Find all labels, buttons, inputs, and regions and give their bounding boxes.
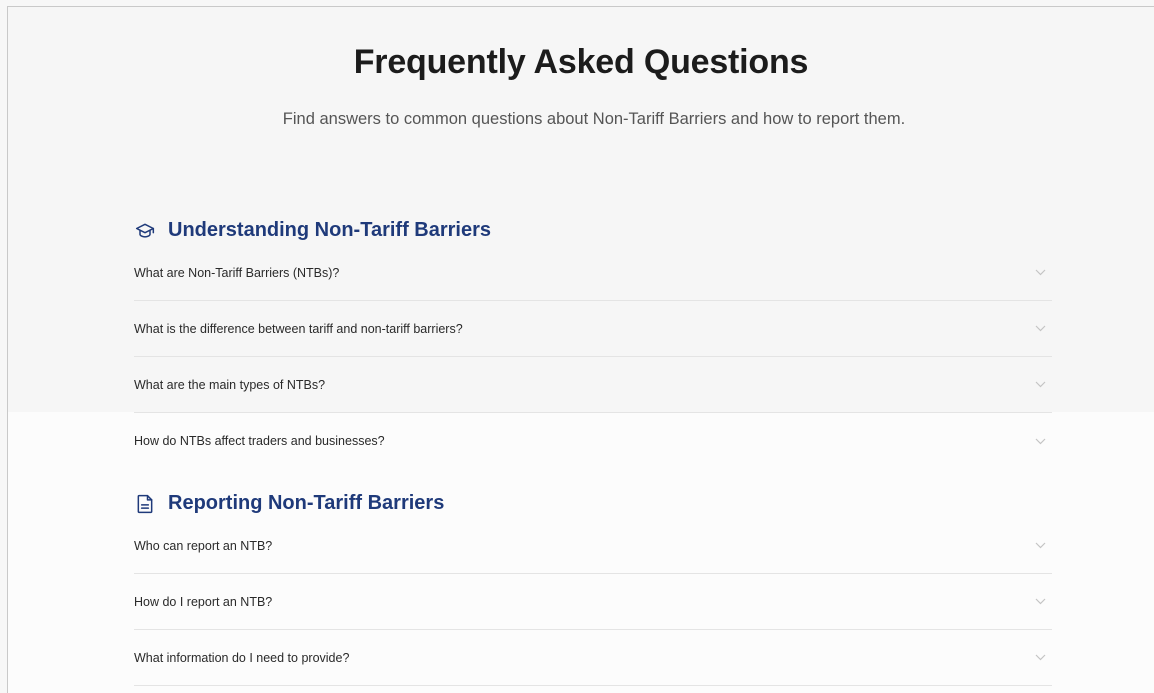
faq-item[interactable]: What information do I need to provide? <box>134 630 1052 686</box>
faq-item[interactable]: How do I report an NTB? <box>134 574 1052 630</box>
section-heading-reporting: Reporting Non-Tariff Barriers <box>134 492 444 515</box>
section-heading-label: Reporting Non-Tariff Barriers <box>168 492 445 514</box>
faq-question: What information do I need to provide? <box>134 650 350 665</box>
document-icon <box>134 493 156 515</box>
chevron-down-icon <box>1034 542 1046 550</box>
chevron-down-icon <box>1034 437 1046 445</box>
page-subtitle: Find answers to common questions about N… <box>282 110 906 128</box>
faq-content: Frequently Asked Questions Find answers … <box>8 7 1154 693</box>
graduation-cap-icon <box>134 220 156 242</box>
faq-question: What are Non-Tariff Barriers (NTBs)? <box>134 265 340 280</box>
chevron-down-icon <box>1034 325 1046 333</box>
section-heading-understanding: Understanding Non-Tariff Barriers <box>134 219 491 242</box>
faq-question: What is the difference between tariff an… <box>134 321 463 336</box>
chevron-down-icon <box>1034 654 1046 662</box>
faq-item[interactable]: Who can report an NTB? <box>134 518 1052 574</box>
chevron-down-icon <box>1034 381 1046 389</box>
faq-question: How do NTBs affect traders and businesse… <box>134 434 385 448</box>
faq-list-understanding: What are Non-Tariff Barriers (NTBs)? Wha… <box>134 245 1052 469</box>
faq-list-reporting: Who can report an NTB? How do I report a… <box>134 518 1052 686</box>
faq-item[interactable]: What are Non-Tariff Barriers (NTBs)? <box>134 245 1052 301</box>
faq-question: Who can report an NTB? <box>134 538 273 553</box>
page-frame: Frequently Asked Questions Find answers … <box>7 6 1154 693</box>
faq-item[interactable]: What is the difference between tariff an… <box>134 301 1052 357</box>
page-title: Frequently Asked Questions <box>353 43 809 81</box>
chevron-down-icon <box>1034 269 1046 277</box>
faq-question: How do I report an NTB? <box>134 594 273 609</box>
section-heading-label: Understanding Non-Tariff Barriers <box>168 219 491 241</box>
chevron-down-icon <box>1034 598 1046 606</box>
faq-question: What are the main types of NTBs? <box>134 377 326 392</box>
faq-item[interactable]: What are the main types of NTBs? <box>134 357 1052 413</box>
faq-item[interactable]: How do NTBs affect traders and businesse… <box>134 413 1052 469</box>
